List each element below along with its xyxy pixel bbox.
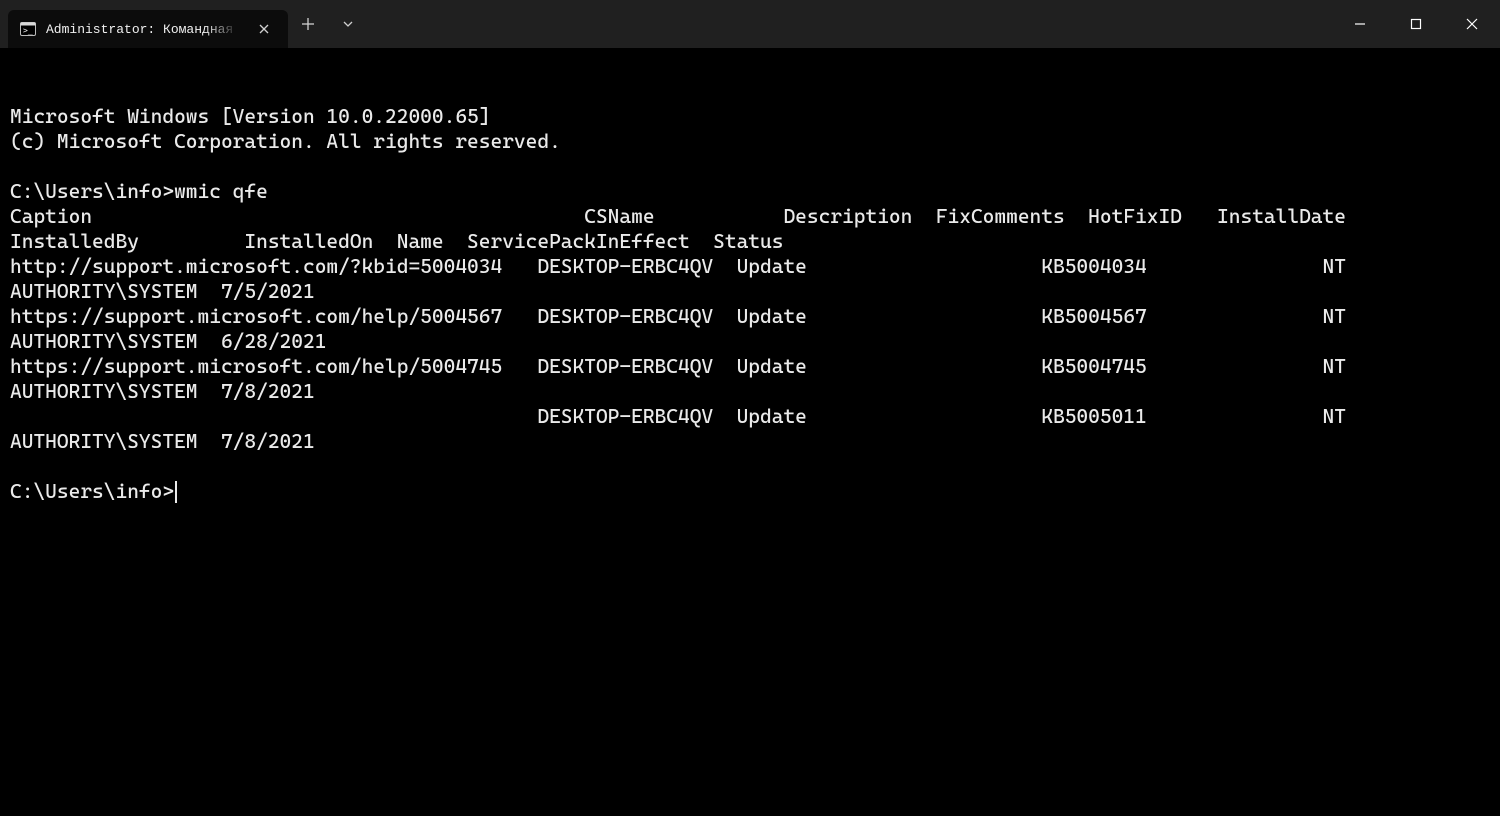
chevron-down-icon: [342, 18, 354, 30]
close-icon: [259, 24, 269, 34]
tab-active[interactable]: >_ Administrator: Командная строка: [8, 10, 288, 48]
maximize-icon: [1410, 18, 1422, 30]
terminal-area[interactable]: Microsoft Windows [Version 10.0.22000.65…: [0, 48, 1500, 816]
window-controls: [1332, 0, 1500, 48]
minimize-button[interactable]: [1332, 0, 1388, 48]
prompt: C:\Users\info>: [10, 179, 174, 203]
window: >_ Administrator: Командная строка: [0, 0, 1500, 816]
tab-close-button[interactable]: [254, 19, 274, 39]
new-tab-button[interactable]: [288, 0, 328, 48]
maximize-button[interactable]: [1388, 0, 1444, 48]
output-row: https://support.microsoft.com/help/50047…: [10, 354, 1358, 403]
prompt: C:\Users\info>: [10, 479, 174, 503]
output-row: https://support.microsoft.com/help/50045…: [10, 304, 1358, 353]
cmd-icon: >_: [20, 21, 36, 37]
svg-text:>_: >_: [23, 26, 33, 35]
titlebar[interactable]: >_ Administrator: Командная строка: [0, 0, 1500, 48]
command-text: wmic qfe: [174, 179, 268, 203]
plus-icon: [302, 18, 314, 30]
close-button[interactable]: [1444, 0, 1500, 48]
close-icon: [1466, 18, 1478, 30]
titlebar-drag-area[interactable]: [368, 0, 1332, 48]
output-header: Caption CSName Description FixComments H…: [10, 204, 1369, 253]
output-row: http://support.microsoft.com/?kbid=50040…: [10, 254, 1358, 303]
tab-dropdown-button[interactable]: [328, 0, 368, 48]
banner-line: (c) Microsoft Corporation. All rights re…: [10, 129, 561, 153]
output-row: DESKTOP-ERBC4QV Update KB5005011 NT AUTH…: [10, 404, 1358, 453]
tabstrip: >_ Administrator: Командная строка: [0, 0, 288, 48]
banner-line: Microsoft Windows [Version 10.0.22000.65…: [10, 104, 490, 128]
text-cursor: [175, 481, 177, 503]
minimize-icon: [1354, 18, 1366, 30]
terminal-output: Microsoft Windows [Version 10.0.22000.65…: [10, 104, 1490, 504]
tab-title: Administrator: Командная строка: [46, 22, 244, 37]
